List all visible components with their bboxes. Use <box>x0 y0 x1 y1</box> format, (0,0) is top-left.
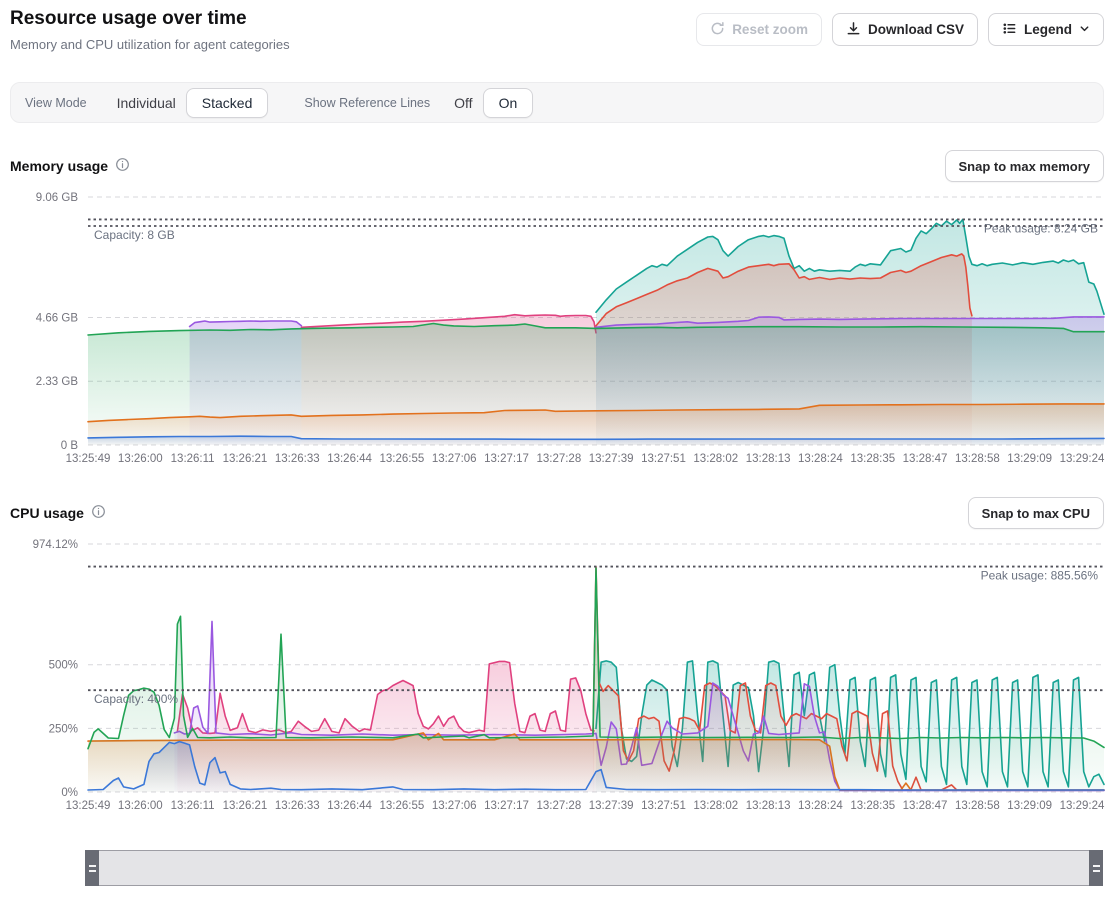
svg-text:13:28:13: 13:28:13 <box>746 453 791 465</box>
svg-text:13:26:44: 13:26:44 <box>327 453 372 465</box>
svg-text:13:27:17: 13:27:17 <box>484 453 529 465</box>
refresh-icon <box>710 21 725 39</box>
cpu-usage-chart[interactable]: 974.12% 500% 250% 0%13:25:49 13:26:00 13:26:1… <box>0 530 1116 820</box>
svg-text:13:28:35: 13:28:35 <box>850 800 895 812</box>
snap-to-max-cpu-button[interactable]: Snap to max CPU <box>968 497 1104 529</box>
view-mode-individual[interactable]: Individual <box>107 89 186 117</box>
brush-handle-left[interactable] <box>85 850 99 886</box>
svg-text:13:28:47: 13:28:47 <box>903 800 948 812</box>
svg-text:13:28:13: 13:28:13 <box>746 800 791 812</box>
info-icon[interactable] <box>115 157 130 175</box>
memory-section-title: Memory usage <box>10 158 108 174</box>
svg-text:13:26:21: 13:26:21 <box>223 453 268 465</box>
time-range-brush[interactable] <box>85 850 1103 886</box>
svg-text:13:28:24: 13:28:24 <box>798 800 843 812</box>
svg-text:Capacity: 400%: Capacity: 400% <box>94 692 178 706</box>
reset-zoom-button[interactable]: Reset zoom <box>696 13 822 46</box>
snap-to-max-memory-button[interactable]: Snap to max memory <box>945 150 1105 182</box>
reference-lines-on[interactable]: On <box>483 88 534 118</box>
info-icon[interactable] <box>91 504 106 522</box>
svg-text:13:27:39: 13:27:39 <box>589 453 634 465</box>
svg-text:13:27:28: 13:27:28 <box>536 453 581 465</box>
cpu-section-header: CPU usage Snap to max CPU <box>10 497 1104 529</box>
svg-text:13:26:11: 13:26:11 <box>171 800 215 812</box>
svg-text:Peak usage: 885.56%: Peak usage: 885.56% <box>981 569 1099 583</box>
svg-text:13:26:33: 13:26:33 <box>275 453 320 465</box>
svg-text:13:28:02: 13:28:02 <box>693 800 738 812</box>
svg-text:13:28:58: 13:28:58 <box>955 800 1000 812</box>
svg-text:13:27:28: 13:27:28 <box>536 800 581 812</box>
svg-text:9.06 GB: 9.06 GB <box>36 192 79 204</box>
svg-text:13:25:49: 13:25:49 <box>66 800 111 812</box>
svg-text:13:27:06: 13:27:06 <box>432 453 477 465</box>
svg-text:13:28:35: 13:28:35 <box>850 453 895 465</box>
svg-text:13:27:51: 13:27:51 <box>641 800 686 812</box>
svg-text:13:28:24: 13:28:24 <box>798 453 843 465</box>
svg-text:13:26:21: 13:26:21 <box>223 800 268 812</box>
svg-text:13:27:06: 13:27:06 <box>432 800 477 812</box>
download-csv-button[interactable]: Download CSV <box>832 13 978 46</box>
svg-text:13:28:47: 13:28:47 <box>903 453 948 465</box>
svg-text:13:27:51: 13:27:51 <box>641 453 686 465</box>
svg-text:2.33 GB: 2.33 GB <box>36 376 79 388</box>
legend-label: Legend <box>1024 22 1072 37</box>
page-title: Resource usage over time <box>10 8 247 30</box>
brush-handle-right[interactable] <box>1089 850 1103 886</box>
svg-text:13:26:11: 13:26:11 <box>171 453 215 465</box>
svg-text:13:28:58: 13:28:58 <box>955 453 1000 465</box>
svg-text:13:26:00: 13:26:00 <box>118 800 163 812</box>
svg-text:500%: 500% <box>49 660 78 672</box>
svg-text:13:25:49: 13:25:49 <box>66 453 111 465</box>
page-subtitle: Memory and CPU utilization for agent cat… <box>10 37 290 52</box>
view-mode-stacked[interactable]: Stacked <box>186 88 269 118</box>
reset-zoom-label: Reset zoom <box>732 22 808 37</box>
svg-text:0%: 0% <box>61 787 78 799</box>
reference-lines-off[interactable]: Off <box>444 89 482 117</box>
legend-button[interactable]: Legend <box>988 13 1104 46</box>
svg-text:13:29:09: 13:29:09 <box>1007 453 1052 465</box>
svg-text:13:29:24: 13:29:24 <box>1060 800 1105 812</box>
svg-text:974.12%: 974.12% <box>33 539 78 551</box>
svg-text:13:29:24: 13:29:24 <box>1060 453 1105 465</box>
svg-text:13:28:02: 13:28:02 <box>693 453 738 465</box>
svg-text:13:26:44: 13:26:44 <box>327 800 372 812</box>
download-csv-label: Download CSV <box>868 22 964 37</box>
svg-text:13:26:33: 13:26:33 <box>275 800 320 812</box>
svg-text:13:26:00: 13:26:00 <box>118 453 163 465</box>
svg-text:Peak usage: 8.24 GB: Peak usage: 8.24 GB <box>984 221 1098 235</box>
chevron-down-icon <box>1079 22 1090 37</box>
svg-text:13:27:39: 13:27:39 <box>589 800 634 812</box>
reference-lines-label: Show Reference Lines <box>304 96 430 110</box>
download-icon <box>846 21 861 39</box>
svg-text:4.66 GB: 4.66 GB <box>36 312 79 324</box>
svg-text:13:26:55: 13:26:55 <box>380 453 425 465</box>
svg-text:Capacity: 8 GB: Capacity: 8 GB <box>94 228 175 242</box>
svg-text:13:26:55: 13:26:55 <box>380 800 425 812</box>
memory-section-header: Memory usage Snap to max memory <box>10 150 1104 182</box>
list-icon <box>1002 21 1017 39</box>
header-actions: Reset zoom Download CSV Legend <box>696 13 1104 46</box>
svg-text:250%: 250% <box>49 723 78 735</box>
memory-usage-chart[interactable]: 9.06 GB 4.66 GB 2.33 GB 0 B13:25:49 13:26:00… <box>0 185 1116 470</box>
svg-text:13:29:09: 13:29:09 <box>1007 800 1052 812</box>
svg-text:13:27:17: 13:27:17 <box>484 800 529 812</box>
view-options-toolbar: View Mode Individual Stacked Show Refere… <box>10 82 1104 123</box>
view-mode-label: View Mode <box>25 96 87 110</box>
cpu-section-title: CPU usage <box>10 505 84 521</box>
svg-text:0 B: 0 B <box>61 440 79 452</box>
